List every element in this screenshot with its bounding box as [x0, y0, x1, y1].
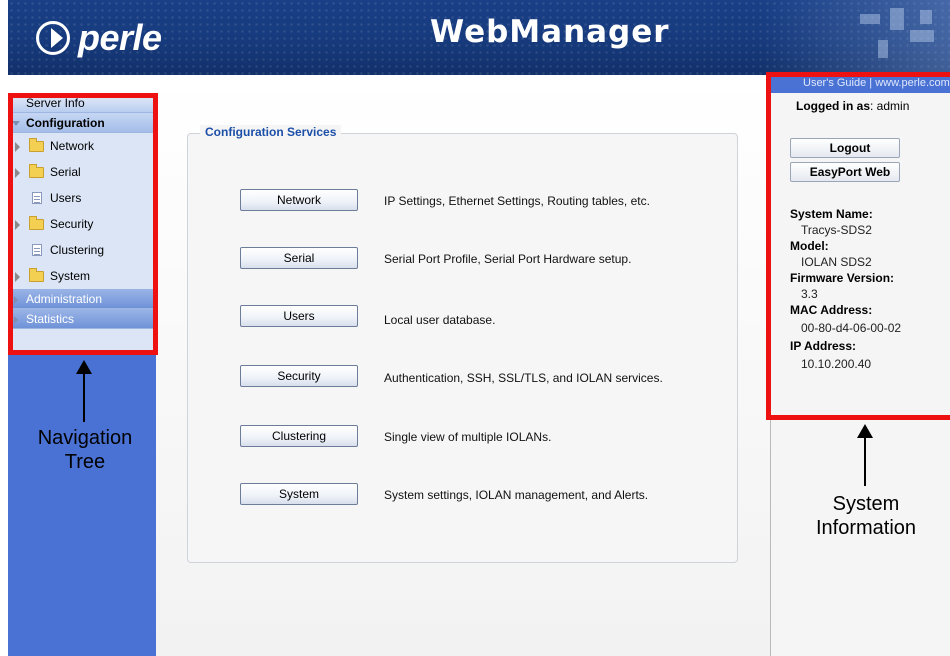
system-button[interactable]: System	[240, 483, 358, 505]
header-decoration	[760, 0, 950, 75]
clustering-button[interactable]: Clustering	[240, 425, 358, 447]
header-banner: perle WebManager	[8, 0, 950, 75]
nav-arrow-line	[83, 372, 85, 422]
navigation-tree-annotation: Navigation Tree	[37, 427, 133, 473]
security-button[interactable]: Security	[240, 365, 358, 387]
navigation-tree-highlight	[8, 93, 158, 355]
logo-mark-icon	[36, 21, 70, 55]
perle-logo[interactable]: perle	[36, 17, 162, 59]
serial-button[interactable]: Serial	[240, 247, 358, 269]
network-button[interactable]: Network	[240, 189, 358, 211]
system-info-highlight	[766, 72, 950, 420]
app-title: WebManager	[430, 14, 670, 50]
sysinfo-arrow-line	[864, 436, 866, 486]
users-button[interactable]: Users	[240, 305, 358, 327]
clustering-description: Single view of multiple IOLANs.	[384, 430, 552, 444]
logo-text: perle	[78, 17, 162, 58]
system-description: System settings, IOLAN management, and A…	[384, 488, 649, 502]
network-description: IP Settings, Ethernet Settings, Routing …	[384, 194, 650, 208]
section-title: Configuration Services	[200, 125, 342, 139]
users-description: Local user database.	[384, 313, 496, 327]
system-information-annotation: System Information	[815, 493, 917, 539]
security-description: Authentication, SSH, SSL/TLS, and IOLAN …	[384, 371, 663, 385]
serial-description: Serial Port Profile, Serial Port Hardwar…	[384, 252, 632, 266]
